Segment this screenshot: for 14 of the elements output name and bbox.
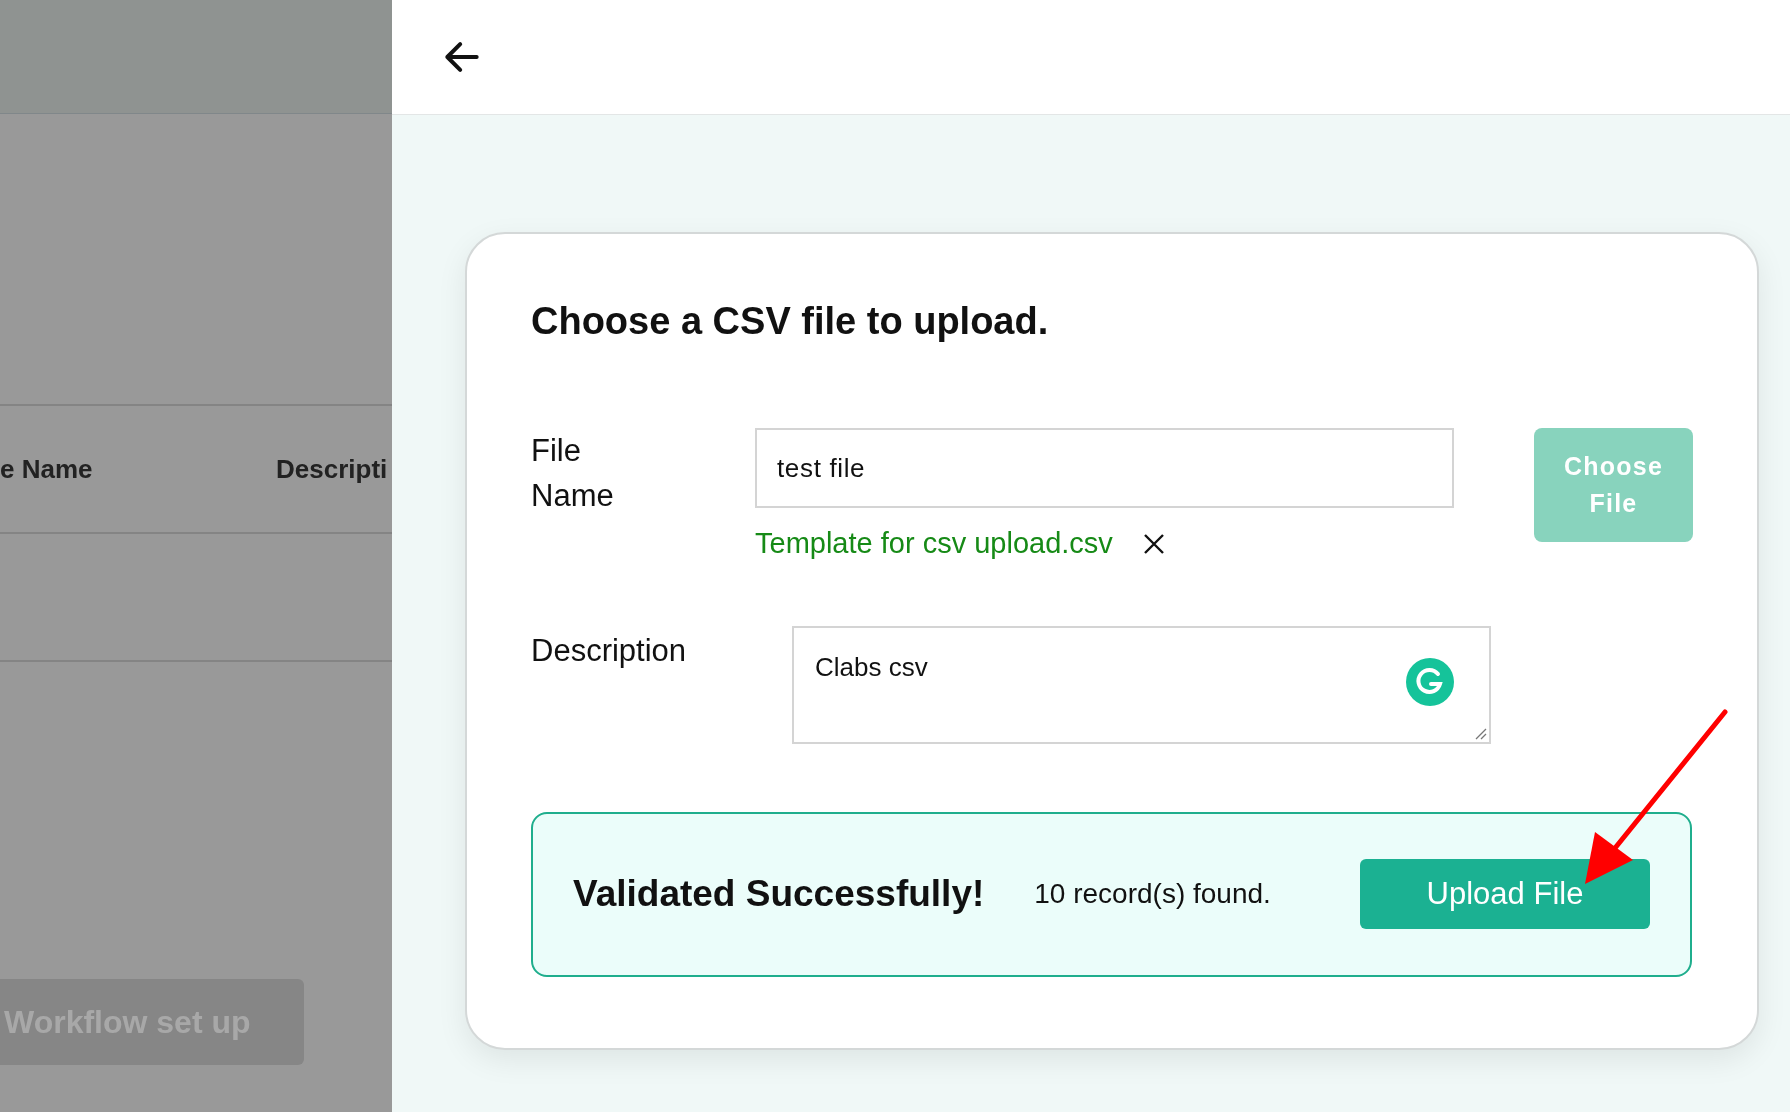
field-label: File Name (531, 432, 615, 515)
remove-file-button[interactable] (1142, 532, 1165, 555)
field-label: Description (531, 631, 688, 670)
column-header: Descripti (276, 452, 388, 486)
column-header: e Name (0, 452, 94, 486)
selected-file-name: Template for csv upload.csv (755, 526, 1113, 561)
upload-file-button[interactable]: Upload File (1360, 859, 1650, 929)
grammar-check-icon (1406, 657, 1454, 706)
file-name-field[interactable]: test file (755, 428, 1454, 508)
description-field[interactable]: Clabs csv (792, 625, 1491, 744)
close-icon (1142, 532, 1165, 555)
records-found: 10 record(s) found. (1034, 877, 1271, 911)
validation-title: Validated Successfully! (573, 872, 985, 917)
card-title: Choose a CSV file to upload. (531, 302, 1050, 340)
